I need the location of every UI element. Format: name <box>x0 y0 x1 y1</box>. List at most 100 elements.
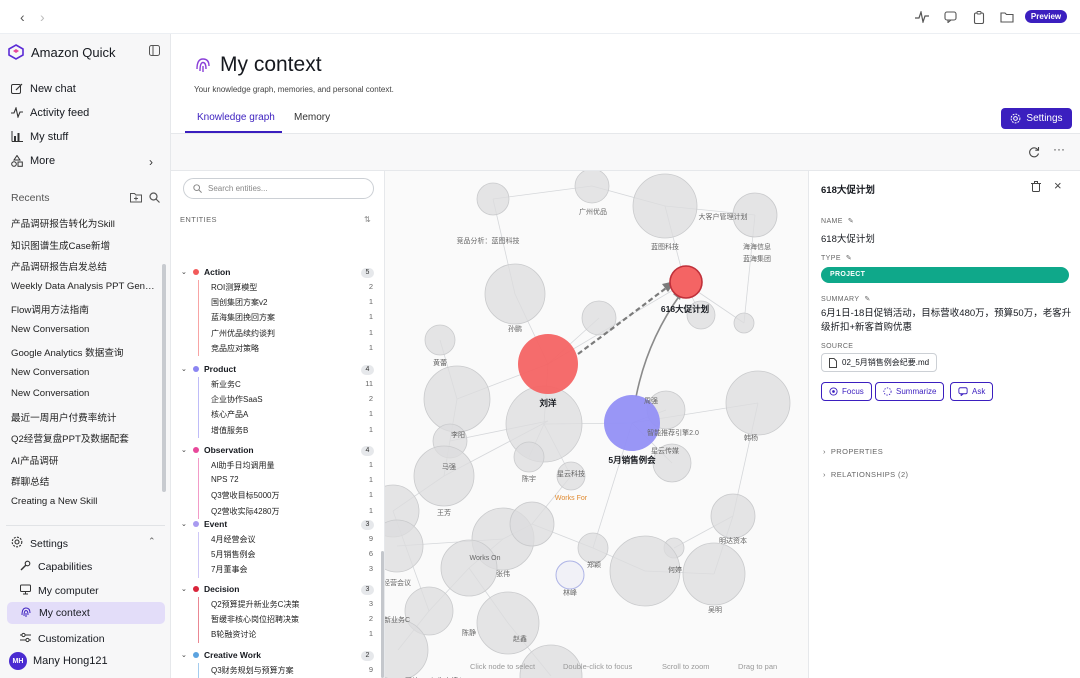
knowledge-graph-canvas[interactable]: 大客户管理计划 广州优品 竞品分析：蓝图科技 蓝图科技 海海信息 蓝海集团 孙鹏 黄蕾 李阳 马强… <box>385 171 808 678</box>
chevron-down-icon: ⌄ <box>181 366 187 373</box>
group-color-dot <box>193 586 199 592</box>
graph-node <box>484 263 546 325</box>
entity-item[interactable]: 企业协作SaaS <box>211 394 263 405</box>
activity-feed-button[interactable]: Activity feed <box>10 106 89 119</box>
capabilities-button[interactable]: Capabilities <box>20 560 92 574</box>
brand[interactable]: Amazon Quick <box>8 44 116 60</box>
search-icon[interactable] <box>149 192 160 206</box>
ask-button[interactable]: Ask <box>950 382 994 401</box>
entity-item[interactable]: 核心产品A <box>211 409 248 420</box>
recent-item[interactable]: 最近一周用户付费率统计 <box>11 410 159 424</box>
properties-expander[interactable]: › PROPERTIES <box>823 447 883 456</box>
entity-group-4[interactable]: ⌄ Decision <box>181 584 239 594</box>
customization-button[interactable]: Customization <box>20 632 105 646</box>
recent-item[interactable]: Creating a New Skill <box>11 496 159 507</box>
sort-icon[interactable]: ⇅ <box>364 215 371 224</box>
wrench-icon <box>20 560 31 574</box>
graph-node <box>509 501 555 547</box>
group-line <box>198 532 199 578</box>
source-file-chip[interactable]: 02_5月销售例会纪要.md <box>821 353 938 372</box>
my-stuff-button[interactable]: My stuff <box>10 130 68 143</box>
entity-item[interactable]: 蓝海集团挽回方案 <box>211 312 275 323</box>
entity-item[interactable]: B轮融资讨论 <box>211 629 256 640</box>
settings-section-toggle[interactable]: Settings <box>11 536 68 551</box>
entities-scrollbar[interactable] <box>381 551 384 678</box>
sidebar-scrollbar[interactable] <box>162 264 166 492</box>
trash-icon[interactable] <box>1031 181 1041 195</box>
tab-memory[interactable]: Memory <box>294 112 330 123</box>
recent-item[interactable]: 产品调研报告启发总结 <box>11 259 159 273</box>
entity-item[interactable]: 国创集团方案v2 <box>211 297 267 308</box>
entity-item[interactable]: AI助手日均调用量 <box>211 460 275 471</box>
activity-icon[interactable] <box>913 8 931 26</box>
pencil-icon[interactable]: ✎ <box>848 217 854 225</box>
entity-item[interactable]: NPS 72 <box>211 475 239 484</box>
search-icon <box>193 184 202 193</box>
entity-item[interactable]: 7月董事会 <box>211 564 247 575</box>
refresh-icon[interactable] <box>1028 146 1040 161</box>
entity-item[interactable]: Q2预算提升新业务C决策 <box>211 599 299 610</box>
graph-label: 蓝海集团 <box>743 254 771 263</box>
graph-label: 竞品分析：蓝图科技 <box>457 236 520 245</box>
entity-item[interactable]: 增值服务B <box>211 425 248 436</box>
group-color-dot <box>193 269 199 275</box>
collapse-sidebar-icon[interactable] <box>149 45 160 59</box>
chat-icon[interactable] <box>941 8 959 26</box>
chevron-right-icon[interactable]: › <box>149 155 153 169</box>
entity-item-count: 1 <box>368 475 373 485</box>
chevron-up-icon[interactable]: ⌃ <box>148 536 156 547</box>
graph-svg[interactable]: 大客户管理计划 广州优品竞品分析：蓝图科技蓝图科技 海海信息蓝海集团孙鹏黄蕾李阳马强… <box>385 171 808 678</box>
entity-item-count: 6 <box>368 549 373 559</box>
entity-group-2[interactable]: ⌄ Observation <box>181 445 254 455</box>
more-options-icon[interactable]: ··· <box>1053 142 1065 156</box>
close-icon[interactable]: × <box>1054 178 1062 193</box>
recent-item[interactable]: 群聊总结 <box>11 474 159 488</box>
settings-button[interactable]: Settings <box>1001 108 1072 129</box>
folder-icon[interactable] <box>998 8 1016 26</box>
new-chat-button[interactable]: New chat <box>10 82 76 95</box>
graph-node <box>476 182 510 216</box>
entity-item[interactable]: ROI测算模型 <box>211 282 257 293</box>
recent-item[interactable]: Google Analytics 数据查询 <box>11 345 159 359</box>
group-line <box>198 597 199 643</box>
recent-item[interactable]: Weekly Data Analysis PPT Gener... <box>11 281 159 292</box>
pencil-icon[interactable]: ✎ <box>846 254 852 262</box>
my-context-button[interactable]: My context <box>7 602 165 624</box>
entity-group-1[interactable]: ⌄ Product <box>181 364 236 374</box>
pencil-icon[interactable]: ✎ <box>864 295 870 303</box>
recent-item[interactable]: AI产品调研 <box>11 453 159 467</box>
clipboard-icon[interactable] <box>970 8 988 26</box>
relationships-expander[interactable]: › RELATIONSHIPS (2) <box>823 470 908 479</box>
recent-item[interactable]: New Conversation <box>11 324 159 335</box>
entity-group-0[interactable]: ⌄ Action <box>181 267 230 277</box>
entity-item[interactable]: 暂缓非核心岗位招聘决策 <box>211 614 299 625</box>
recent-item[interactable]: 产品调研报告转化为Skill <box>11 216 159 230</box>
forward-icon[interactable]: › <box>40 9 45 25</box>
recent-item[interactable]: New Conversation <box>11 367 159 378</box>
search-input[interactable]: Search entities... <box>183 178 374 199</box>
summarize-button[interactable]: Summarize <box>875 382 945 401</box>
recent-item[interactable]: Q2经营复盘PPT及数据配套 <box>11 431 159 445</box>
entity-item[interactable]: 5月销售例会 <box>211 549 255 560</box>
entity-group-5[interactable]: ⌄ Creative Work <box>181 650 261 660</box>
entity-item[interactable]: 新业务C <box>211 379 241 390</box>
back-icon[interactable]: ‹ <box>20 9 25 25</box>
my-computer-button[interactable]: My computer <box>20 584 99 598</box>
entity-item[interactable]: 4月经营会议 <box>211 534 255 545</box>
more-button[interactable]: More <box>10 154 55 167</box>
entity-item[interactable]: 广州优品续约谈判 <box>211 328 275 339</box>
recent-item[interactable]: Flow调用方法指南 <box>11 302 159 316</box>
graph-label: 孙鹏 <box>508 324 522 333</box>
entity-item[interactable]: 竞品应对策略 <box>211 343 259 354</box>
focus-button[interactable]: Focus <box>821 382 872 401</box>
entity-item[interactable]: Q3营收目标5000万 <box>211 490 279 501</box>
new-folder-icon[interactable] <box>130 192 142 206</box>
entity-item[interactable]: Q2营收实际4280万 <box>211 506 279 517</box>
user-profile[interactable]: MH Many Hong121 <box>9 652 108 670</box>
entity-group-3[interactable]: ⌄ Event <box>181 519 227 529</box>
recent-item[interactable]: New Conversation <box>11 388 159 399</box>
recent-item[interactable]: 知识图谱生成Case新增 <box>11 238 159 252</box>
group-name: Observation <box>204 445 254 455</box>
tab-knowledge-graph[interactable]: Knowledge graph <box>197 112 275 123</box>
entity-item[interactable]: Q3财务规划与预算方案 <box>211 665 294 676</box>
